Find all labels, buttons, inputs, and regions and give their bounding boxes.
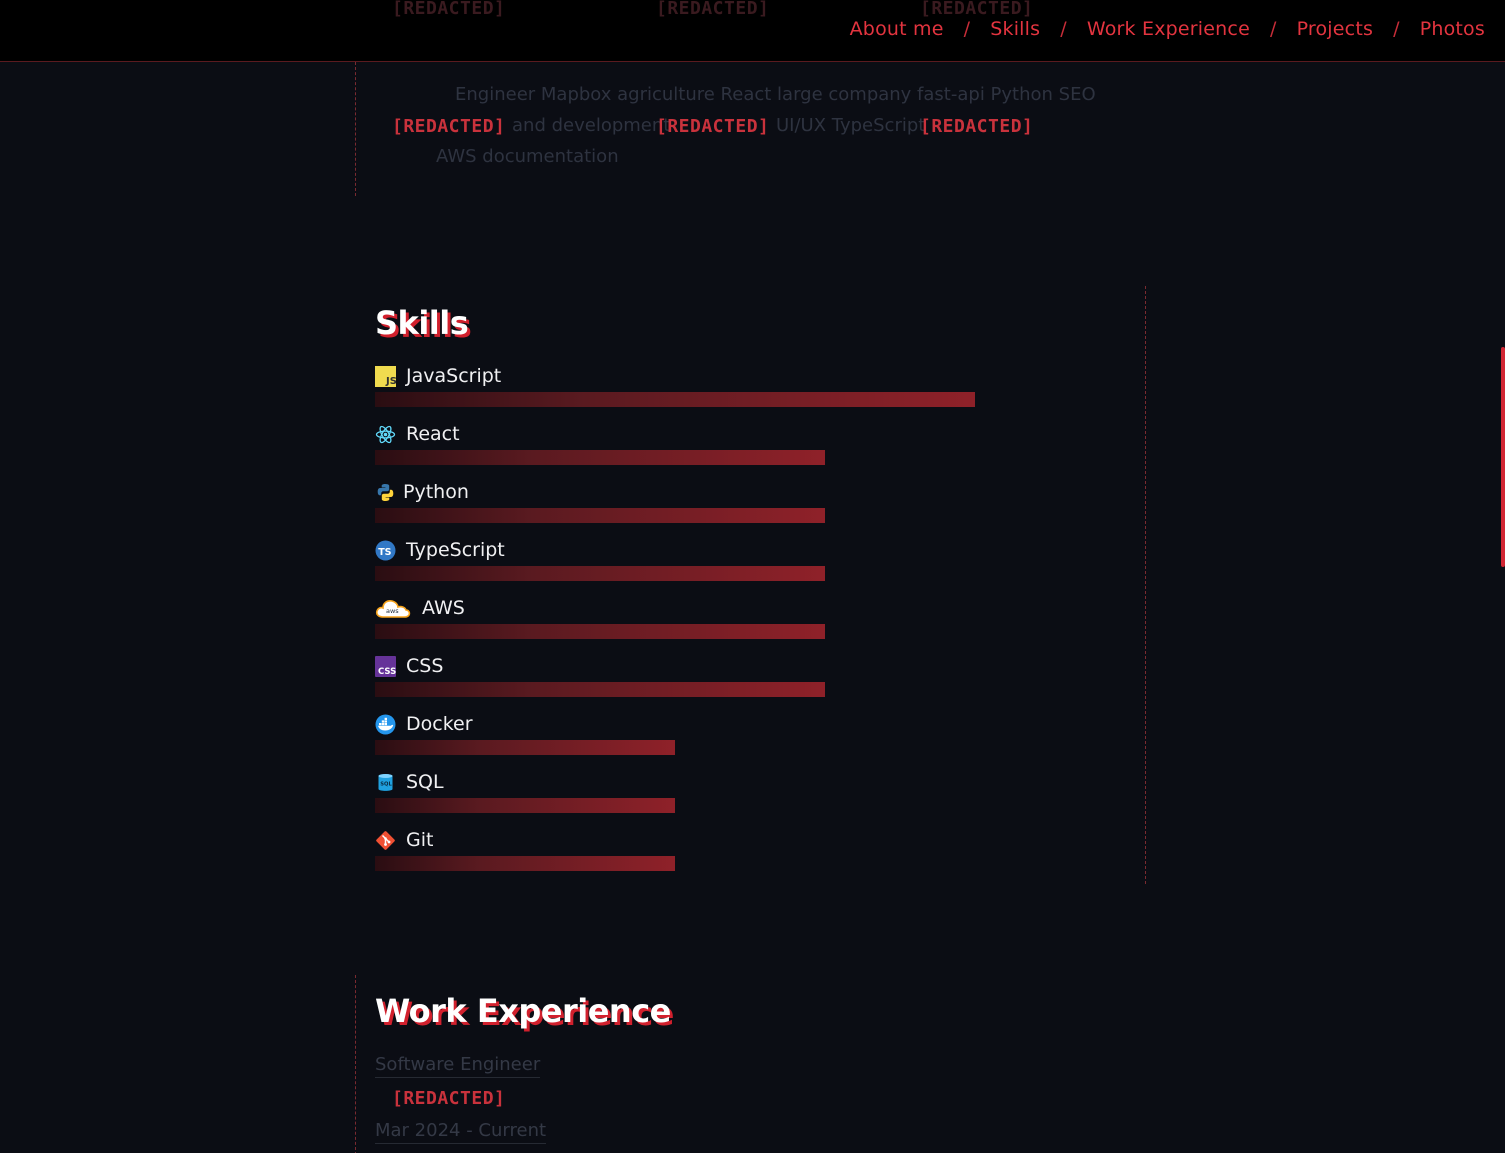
about-text-line: Engineer Mapbox agriculture React large …: [455, 84, 1096, 105]
skill-name: React: [406, 423, 460, 445]
skill-bar-track: [375, 740, 1075, 755]
about-text-line: UI/UX TypeScript: [776, 115, 926, 136]
skills-section-divider: [1145, 286, 1146, 884]
nav-separator: /: [1269, 18, 1277, 40]
skill-bar-fill: [375, 392, 975, 407]
skill-bar-track: [375, 682, 1075, 697]
page-root: [REDACTED] [REDACTED] [REDACTED] About m…: [0, 0, 1505, 1153]
skill-bar-track: [375, 450, 1075, 465]
skill-bar-track: [375, 856, 1075, 871]
about-section-divider: [355, 62, 356, 196]
about-text-line: AWS documentation: [436, 146, 619, 167]
skill-bar-fill: [375, 508, 825, 523]
skill-bar-fill: [375, 566, 825, 581]
skill-bar-fill: [375, 740, 675, 755]
skill-bar-track: [375, 566, 1075, 581]
skill-item: SQL SQL: [375, 770, 1075, 828]
nav-separator: /: [1393, 18, 1400, 40]
svg-text:JS: JS: [385, 376, 396, 387]
skill-bar-fill: [375, 798, 675, 813]
redacted-text: [REDACTED]: [920, 0, 1034, 19]
skill-item: JS JavaScript: [375, 364, 1075, 422]
skill-item: Git: [375, 828, 1075, 886]
work-experience-title: Work Experience: [375, 992, 671, 1030]
nav-separator: /: [963, 18, 971, 40]
skill-bar-track: [375, 392, 1075, 407]
skill-bar-track: [375, 624, 1075, 639]
nav-link-photos[interactable]: Photos: [1420, 18, 1485, 40]
skill-item: Python: [375, 480, 1075, 538]
skill-item: CSS CSS: [375, 654, 1075, 712]
skill-name: Python: [403, 481, 469, 503]
nav-link-work-experience[interactable]: Work Experience: [1087, 18, 1250, 40]
svg-text:TS: TS: [378, 547, 391, 558]
nav-link-about[interactable]: About me: [850, 18, 944, 40]
skill-name: Git: [406, 829, 434, 851]
skill-item: TS TypeScript: [375, 538, 1075, 596]
top-nav-bar: [REDACTED] [REDACTED] [REDACTED] About m…: [0, 0, 1505, 62]
javascript-icon: JS: [375, 365, 396, 387]
aws-icon: aws: [375, 598, 411, 619]
skill-item: React: [375, 422, 1075, 480]
page-scrollbar[interactable]: [1500, 0, 1505, 1153]
git-icon: [375, 830, 396, 851]
work-dates: Mar 2024 - Current: [375, 1120, 547, 1144]
skill-bar-fill: [375, 682, 825, 697]
css-icon: CSS: [375, 655, 396, 677]
redacted-text: [REDACTED]: [656, 116, 770, 137]
svg-text:aws: aws: [386, 607, 399, 615]
redacted-text: [REDACTED]: [920, 116, 1034, 137]
python-icon: [375, 482, 396, 503]
skill-bar-fill: [375, 856, 675, 871]
skill-bar-track: [375, 798, 1075, 813]
work-section-divider: [355, 975, 356, 1153]
sql-icon: SQL: [375, 772, 396, 793]
skill-item: Docker: [375, 712, 1075, 770]
skill-bar-fill: [375, 624, 825, 639]
skill-name: AWS: [422, 597, 465, 619]
docker-icon: [375, 714, 396, 735]
skill-name: JavaScript: [406, 365, 502, 387]
svg-text:SQL: SQL: [380, 781, 392, 787]
about-text-line: and development: [512, 115, 671, 136]
nav-link-projects[interactable]: Projects: [1297, 18, 1374, 40]
work-role: Software Engineer: [375, 1054, 541, 1078]
skill-name: TypeScript: [406, 539, 505, 561]
nav-separator: /: [1060, 18, 1067, 40]
svg-text:CSS: CSS: [378, 667, 396, 677]
nav-link-skills[interactable]: Skills: [990, 18, 1040, 40]
skill-name: SQL: [406, 771, 444, 793]
skill-name: CSS: [406, 655, 444, 677]
redacted-text: [REDACTED]: [392, 0, 506, 19]
redacted-text: [REDACTED]: [392, 1088, 506, 1109]
scrollbar-thumb[interactable]: [1501, 347, 1505, 567]
redacted-text: [REDACTED]: [656, 0, 770, 19]
skill-bar-track: [375, 508, 1075, 523]
skill-name: Docker: [406, 713, 473, 735]
main-nav: About me / Skills / Work Experience / Pr…: [850, 18, 1485, 40]
react-icon: [375, 424, 396, 445]
redacted-text: [REDACTED]: [392, 116, 506, 137]
typescript-icon: TS: [375, 540, 396, 561]
skills-title: Skills: [375, 304, 469, 342]
skill-bar-fill: [375, 450, 825, 465]
skill-item: aws AWS: [375, 596, 1075, 654]
